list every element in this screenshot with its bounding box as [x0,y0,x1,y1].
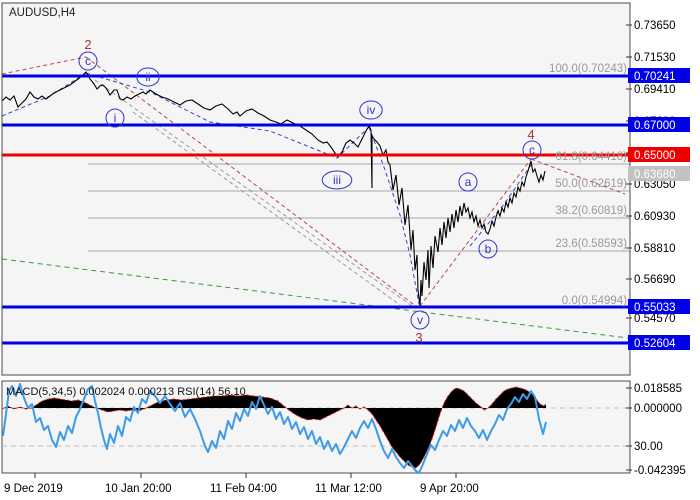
time-axis-label: 11 Mar 12:00 [315,483,382,495]
price-axis-label: 0.58810 [634,243,676,255]
macd-indicator-label: MACD(5,34,5) 0.002024 0.000213 RSI(14) 5… [6,386,246,398]
wave-letter: v [417,313,423,327]
price-axis-label: 0.56690 [634,274,676,286]
chart-title: AUDUSD,H4 [9,7,76,19]
time-axis-label: 11 Feb 04:00 [210,483,277,495]
chart-window: 100.0(0.70243) 61.8(0.64418) 50.0(0.62619)… [0,0,700,500]
wave-number: 4 [527,127,534,142]
wave-number: 3 [415,330,422,345]
level-price-badge-value: 0.70241 [634,71,676,83]
fib-level-label: 61.8(0.64418) [555,151,627,163]
time-axis-label: 10 Jan 20:00 [105,483,172,495]
price-axis-label: 0.54570 [634,313,676,325]
macd-axis-label: 0.018585 [634,383,682,395]
price-axis-label: 0.73650 [634,20,676,32]
level-price-badge-value: 0.52604 [634,338,676,350]
price-axis[interactable]: 0.736500.715300.694100.672900.651700.630… [626,0,700,500]
macd-axis-label: 0.000000 [634,403,682,415]
macd-axis-label: 30.00 [634,441,663,453]
price-axis-label: 0.69410 [634,84,676,96]
level-price-badge-value: 0.55033 [634,302,676,314]
current-price-badge-value: 0.63680 [634,169,676,181]
fib-level-label: 100.0(0.70243) [549,63,627,75]
fib-level-label: 0.0(0.54994) [562,295,627,307]
macd-axis-label: -0.042395 [634,465,686,477]
main-chart-area[interactable] [2,3,630,375]
wave-letter: ii [145,70,150,84]
fib-level-label: 50.0(0.62619) [555,178,627,190]
wave-letter: c [85,54,91,68]
wave-letter: a [465,175,472,189]
wave-letter: c [529,143,535,157]
wave-letter: i [114,111,117,125]
wave-number: 2 [84,37,91,52]
wave-letter: iii [333,173,341,187]
level-price-badge-value: 0.65000 [634,150,676,162]
level-price-badge-value: 0.67000 [634,120,676,132]
wave-letter: iv [367,103,376,117]
trading-chart: 100.0(0.70243) 61.8(0.64418) 50.0(0.62619)… [0,0,700,500]
price-axis-label: 0.60930 [634,211,676,223]
time-axis[interactable]: 9 Dec 2019 10 Jan 20:00 11 Feb 04:00 11 Mar… [4,473,479,495]
price-axis-label: 0.71530 [634,52,676,64]
time-axis-label: 9 Dec 2019 [4,483,63,495]
wave-letter: b [485,242,492,256]
fib-level-label: 38.2(0.60819) [555,205,627,217]
time-axis-label: 9 Apr 20:00 [420,483,479,495]
fib-level-label: 23.6(0.58593) [555,238,627,250]
